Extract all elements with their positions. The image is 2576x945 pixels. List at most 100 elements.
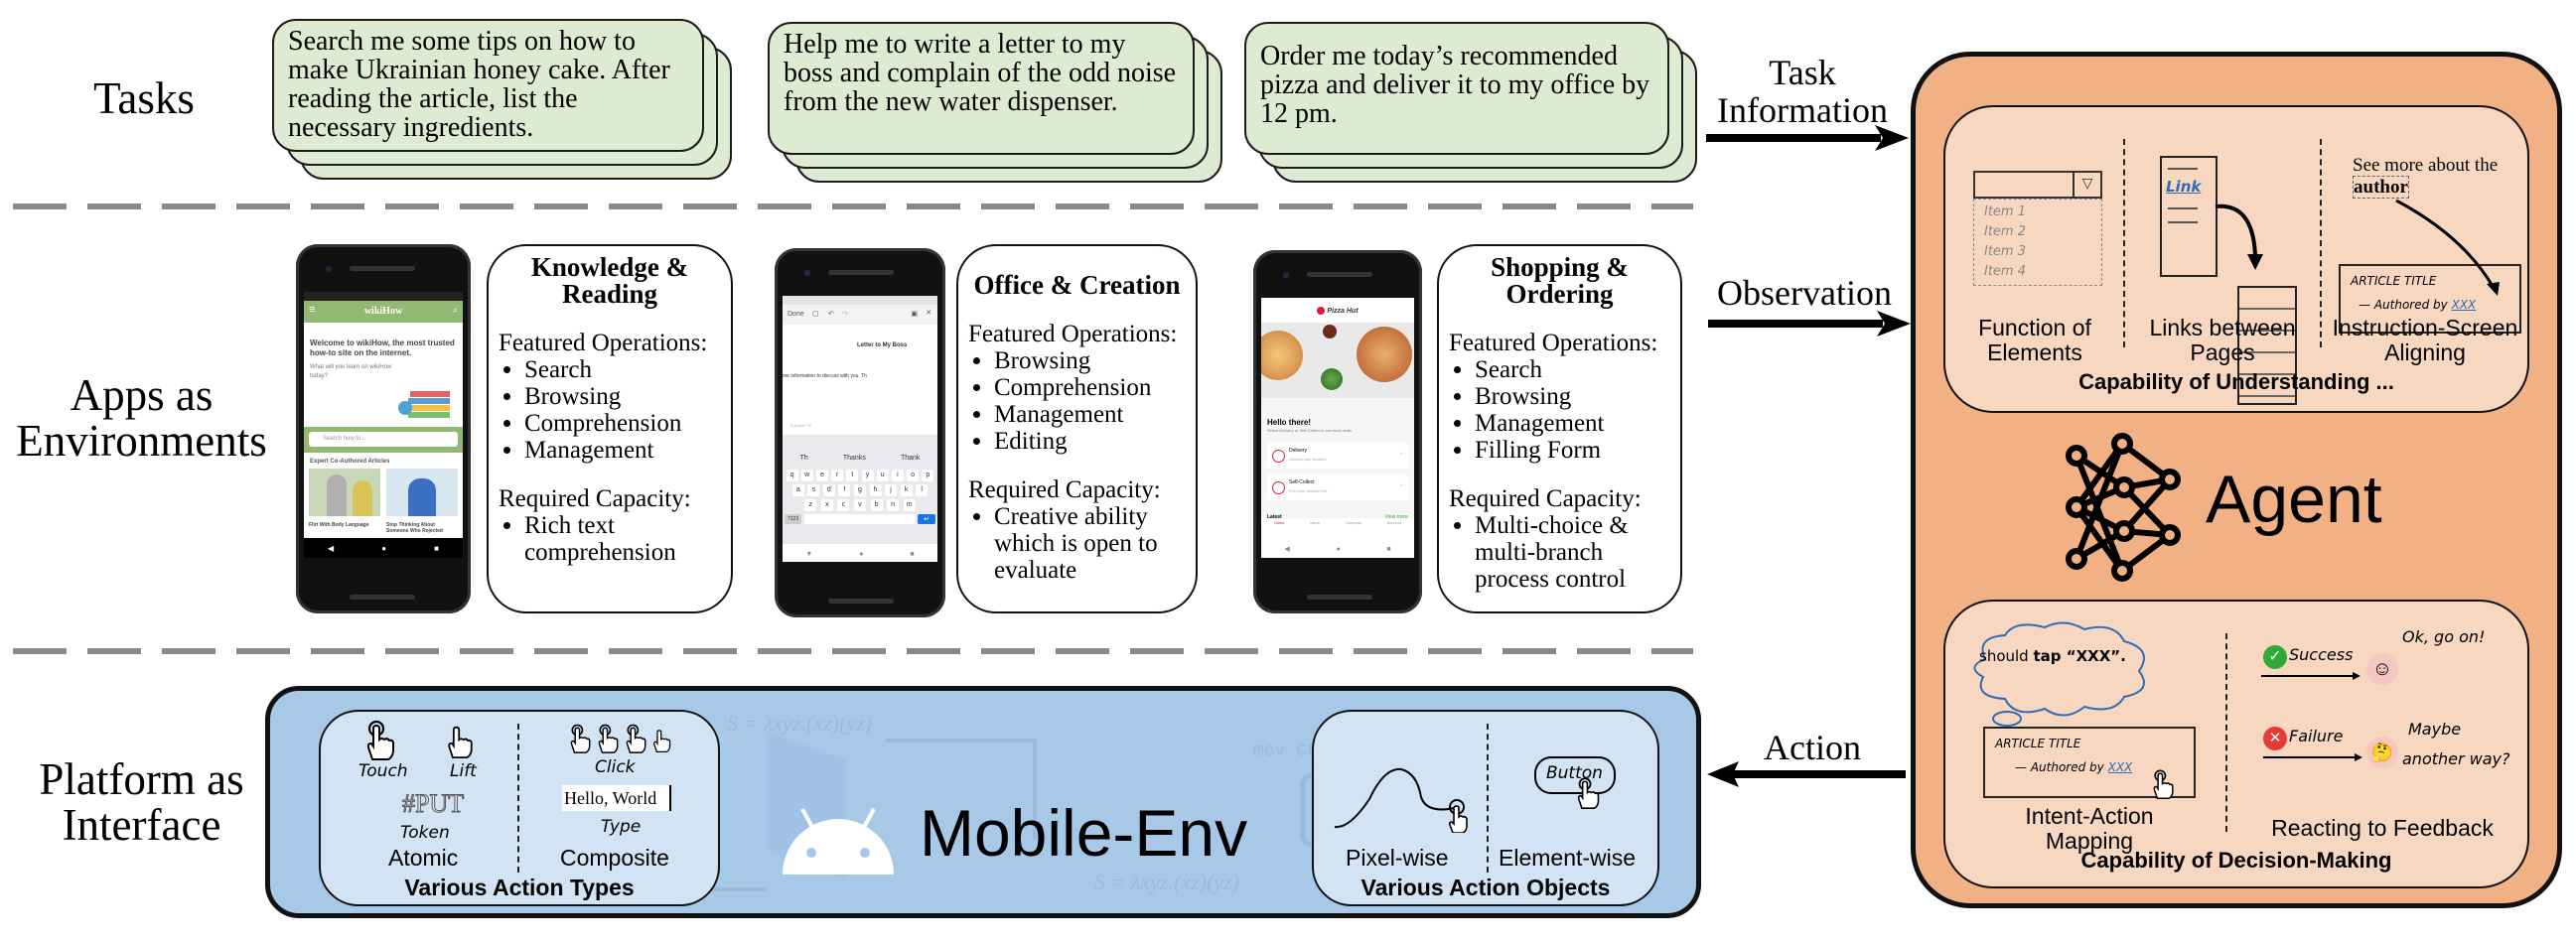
task-card-stack-1: Search me some tips on how to make Ukrai… bbox=[272, 19, 732, 180]
featured-op: Browsing bbox=[1475, 383, 1670, 410]
back-icon[interactable]: ◀ bbox=[1284, 545, 1289, 553]
keyboard-key[interactable]: d bbox=[822, 484, 835, 496]
keyboard-key[interactable]: r bbox=[831, 470, 844, 481]
key-row: zxcvbnm bbox=[802, 499, 918, 511]
keyboard-key[interactable]: i bbox=[891, 470, 904, 481]
row-label-tasks: Tasks bbox=[40, 75, 248, 121]
back-icon[interactable]: ◀ bbox=[328, 544, 334, 553]
keyboard-key[interactable]: q bbox=[786, 470, 798, 481]
phone-screen: Pizza Hut Hello there! Select Delivery o… bbox=[1261, 298, 1414, 558]
task-text: Search me some tips on how to make Ukrai… bbox=[288, 26, 670, 143]
keyboard-key[interactable]: f bbox=[838, 484, 851, 496]
action-types-panel: Touch Lift #PUT Token Atomic Click Hello… bbox=[319, 710, 720, 906]
keyboard-key[interactable]: g bbox=[853, 484, 866, 496]
recents-icon[interactable]: ■ bbox=[434, 544, 439, 553]
back-icon[interactable]: ▼ bbox=[805, 551, 812, 558]
keyboard-key[interactable]: c bbox=[837, 499, 850, 511]
required-capacity-list: Rich text comprehension bbox=[499, 512, 721, 566]
android-nav-bar: ▼ ● ■ bbox=[783, 546, 937, 562]
keyboard-key[interactable]: e bbox=[815, 470, 828, 481]
suggestion[interactable]: Th bbox=[800, 451, 808, 467]
row-label-platform: Platform as Interface bbox=[10, 756, 273, 848]
success-reply: Ok, go on! bbox=[2402, 627, 2486, 646]
keyboard-key[interactable]: l bbox=[916, 484, 929, 496]
thought-plain: should bbox=[1979, 647, 2029, 665]
store-icon bbox=[1272, 481, 1285, 494]
recents-icon[interactable]: ■ bbox=[1386, 546, 1390, 553]
symbols-key[interactable]: ?123 bbox=[785, 514, 802, 524]
keyboard-key[interactable]: y bbox=[861, 470, 874, 481]
keyboard-key[interactable]: p bbox=[922, 470, 934, 481]
search-placeholder: Search how to... bbox=[323, 436, 366, 442]
atomic-label: Atomic bbox=[388, 845, 459, 871]
close-icon[interactable]: ✕ bbox=[926, 309, 931, 317]
pixel-wise-label: Pixel-wise bbox=[1346, 845, 1449, 871]
delivery-option[interactable]: Delivery Choose your location › bbox=[1267, 443, 1408, 469]
undo-icon[interactable]: ↶ bbox=[828, 310, 834, 318]
composite-label: Composite bbox=[560, 845, 669, 871]
key-row: asdfghjkl bbox=[790, 484, 930, 496]
document-body[interactable]: me information to discuss with you. Th bbox=[783, 373, 867, 379]
featured-op: Management bbox=[994, 401, 1186, 428]
keyboard-key[interactable]: b bbox=[870, 499, 883, 511]
keyboard-key[interactable]: u bbox=[876, 470, 889, 481]
keyboard-key[interactable]: n bbox=[887, 499, 900, 511]
nav-home[interactable]: Home bbox=[1274, 520, 1285, 540]
home-icon[interactable]: ● bbox=[381, 544, 386, 553]
enter-key[interactable]: ↵ bbox=[918, 514, 935, 524]
search-icon[interactable]: ⌕ bbox=[453, 305, 458, 316]
keyboard-key[interactable]: s bbox=[807, 484, 820, 496]
phone-speaker bbox=[828, 270, 894, 275]
home-icon[interactable]: ● bbox=[1336, 546, 1340, 553]
featured-ops-list: Browsing Comprehension Management Editin… bbox=[968, 347, 1186, 455]
phone-camera bbox=[326, 266, 332, 272]
phone-chin bbox=[350, 595, 415, 600]
pizzahut-logo-icon bbox=[1317, 307, 1326, 315]
click-hand-icon bbox=[598, 724, 619, 753]
redo-icon[interactable]: ↷ bbox=[842, 310, 848, 318]
required-capacity-list: Creative ability which is open to evalua… bbox=[968, 503, 1186, 584]
lift-label: Lift bbox=[450, 761, 477, 781]
nav-account[interactable]: Account bbox=[1387, 520, 1401, 540]
nav-coupons[interactable]: Coupons bbox=[1346, 520, 1361, 540]
understanding-title: Capability of Understanding ... bbox=[2078, 369, 2394, 394]
token-glyph: #PUT bbox=[401, 789, 465, 819]
self-collect-option[interactable]: Self-Collect Find your nearest Hut › bbox=[1267, 474, 1408, 500]
featured-op: Browsing bbox=[524, 383, 721, 410]
self-collect-label: Self-Collect bbox=[1289, 479, 1315, 485]
keyboard-key[interactable]: h bbox=[869, 484, 882, 496]
article-title-2: Stop Thinking About Someone Who Rejected bbox=[386, 522, 443, 534]
keyboard-key[interactable]: m bbox=[903, 499, 916, 511]
article-card-1[interactable] bbox=[309, 469, 380, 516]
keyboard-key[interactable]: t bbox=[846, 470, 859, 481]
keyboard-key[interactable]: o bbox=[907, 470, 920, 481]
home-icon[interactable]: ● bbox=[859, 551, 863, 558]
keyboard-key[interactable]: j bbox=[885, 484, 898, 496]
keyboard-key[interactable]: k bbox=[900, 484, 913, 496]
featured-op: Browsing bbox=[994, 347, 1186, 374]
keyboard-key[interactable]: z bbox=[804, 499, 817, 511]
task-card: Search me some tips on how to make Ukrai… bbox=[272, 19, 704, 152]
item-line1: Function of bbox=[1978, 315, 2091, 340]
featured-op: Filling Form bbox=[1475, 437, 1670, 464]
task-card: Order me today’s recommended pizza and d… bbox=[1244, 22, 1669, 155]
app-category-title: Knowledge & Reading bbox=[530, 252, 689, 309]
suggestion[interactable]: Thank bbox=[901, 451, 920, 467]
search-input[interactable]: Search how to... bbox=[309, 432, 458, 447]
nav-menu[interactable]: Menu bbox=[1310, 520, 1320, 540]
arrow-observation-to-agent bbox=[1708, 311, 1911, 337]
keyboard-key[interactable]: w bbox=[800, 470, 813, 481]
arrow-task-to-agent bbox=[1706, 125, 1909, 151]
keyboard-key[interactable]: a bbox=[791, 484, 804, 496]
keyboard-key[interactable]: x bbox=[820, 499, 833, 511]
page-icon[interactable]: ▣ bbox=[911, 310, 918, 318]
recents-icon[interactable]: ■ bbox=[910, 551, 914, 558]
save-icon[interactable]: ▢ bbox=[812, 310, 819, 318]
phone-speaker bbox=[1307, 272, 1372, 277]
done-button[interactable]: Done bbox=[787, 311, 804, 318]
keyboard-key[interactable]: v bbox=[853, 499, 866, 511]
suggestion[interactable]: Thanks bbox=[843, 451, 866, 467]
space-key[interactable] bbox=[804, 514, 916, 524]
article-card-2[interactable] bbox=[386, 469, 458, 516]
task-information-line1: Task bbox=[1769, 53, 1836, 92]
